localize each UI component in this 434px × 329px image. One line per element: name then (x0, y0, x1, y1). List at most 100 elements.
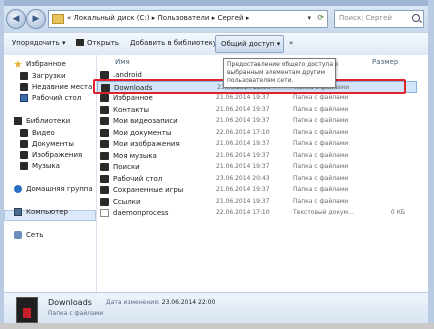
file-name: Моя музыка (113, 151, 157, 160)
nav-item-recent[interactable]: Недавние места (20, 83, 92, 91)
file-date: 22.06.2014 17:10 (216, 209, 270, 216)
folder-icon (100, 163, 109, 171)
file-type: Папка с файлами (293, 140, 349, 147)
images-icon (20, 151, 28, 159)
nav-label: Изображения (32, 151, 83, 159)
file-row[interactable]: daemonprocess 22.06.2014 17:10 Текстовый д… (97, 207, 417, 219)
file-date: 22.06.2014 17:10 (216, 128, 270, 136)
music-icon (20, 162, 28, 170)
file-name: Мои видеозаписи (113, 117, 178, 125)
nav-item-music[interactable]: Музыка (20, 162, 60, 170)
file-row[interactable]: Сохраненные игры 21.06.2014 19:37 Папка с … (97, 184, 417, 196)
chevron-down-icon[interactable]: ▾ (307, 14, 311, 22)
file-row[interactable]: Мои изображения 21.06.2014 19:37 Папка с ф… (97, 138, 417, 150)
file-date: 21.06.2014 19:37 (216, 140, 270, 147)
downloads-icon (20, 72, 28, 80)
column-header-size[interactable]: Размер (372, 55, 398, 68)
nav-label: Загрузки (32, 72, 66, 80)
folder-icon (100, 128, 109, 137)
nav-label: Компьютер (26, 208, 68, 216)
address-bar[interactable]: « Локальный диск (C:) ▸ Пользователи ▸ С… (48, 10, 328, 28)
window-frame-right (428, 0, 434, 329)
back-button[interactable]: ◀ (6, 9, 26, 29)
details-type: Папка с файлами (48, 310, 104, 317)
folder-icon (52, 14, 64, 24)
file-row[interactable]: Рабочий стол 23.06.2014 20:43 Папка с файл… (97, 173, 417, 185)
window-bottom-edge (0, 323, 434, 329)
folder-icon (100, 140, 109, 148)
nav-item-libraries[interactable]: Библиотеки (14, 117, 70, 125)
add-to-library-button[interactable]: Добавить в библиотеку ▾ (130, 39, 223, 47)
file-row[interactable]: Моя музыка 21.06.2014 19:37 Папка с файлам… (97, 150, 417, 162)
file-type: Папка с файлами (293, 94, 349, 101)
file-date: 21.06.2014 19:37 (216, 163, 270, 170)
nav-item-homegroup[interactable]: Домашняя группа (14, 185, 93, 193)
share-button[interactable]: Общий доступ ▾ (215, 35, 284, 53)
more-commands-button[interactable]: » (289, 39, 293, 47)
file-row[interactable]: Мои видеозаписи 21.06.2014 19:37 Папка с ф… (97, 115, 417, 127)
breadcrumb-item-users[interactable]: Пользователи (157, 14, 209, 22)
network-icon (14, 231, 22, 239)
column-header-name[interactable]: Имя (115, 55, 130, 68)
file-name: Поиски (113, 163, 140, 171)
breadcrumb-item-user[interactable]: Сергей (217, 14, 243, 22)
details-date-value: 23.06.2014 22:00 (161, 299, 216, 306)
folder-icon (100, 151, 109, 160)
file-name: Мои документы (113, 128, 172, 137)
nav-label: Сеть (26, 231, 44, 239)
search-input[interactable]: Поиск: Сергей (334, 10, 424, 28)
file-row[interactable]: Ссылки 21.06.2014 19:37 Папка с файлами (97, 196, 417, 208)
file-date: 23.06.2014 20:43 (216, 174, 270, 182)
open-icon (76, 39, 84, 46)
nav-label: Документы (32, 140, 74, 148)
file-type: Папка с файлами (293, 151, 349, 159)
breadcrumb-separator: ▸ (151, 14, 156, 22)
nav-item-desktop[interactable]: Рабочий стол (20, 94, 81, 102)
file-name: Избранное (113, 94, 153, 102)
address-row: ◀ ▶ « Локальный диск (C:) ▸ Пользователи… (4, 6, 428, 32)
folder-icon (100, 174, 109, 183)
file-row[interactable]: Мои документы 22.06.2014 17:10 Папка с фай… (97, 127, 417, 139)
text-file-icon (100, 209, 109, 217)
nav-item-favorites[interactable]: Избранное (14, 60, 66, 68)
nav-item-video[interactable]: Видео (20, 129, 55, 137)
nav-item-network[interactable]: Сеть (14, 231, 43, 239)
file-type: Папка с файлами (293, 117, 349, 124)
share-tooltip: Предоставление общего доступа к выбранны… (223, 58, 339, 88)
organize-button[interactable]: Упорядочить ▾ (12, 39, 66, 47)
nav-item-downloads[interactable]: Загрузки (20, 72, 66, 80)
search-icon[interactable] (412, 14, 420, 22)
tooltip-line: пользователям сети. (227, 77, 294, 84)
nav-label: Видео (32, 129, 55, 137)
search-placeholder: Поиск: Сергей (339, 14, 392, 22)
arrow-left-icon: ◀ (12, 14, 20, 24)
recent-places-icon (20, 83, 28, 91)
forward-button[interactable]: ▶ (26, 9, 46, 29)
details-date-label: Дата изменения: (106, 299, 160, 306)
nav-item-images[interactable]: Изображения (20, 151, 82, 159)
nav-label: Библиотеки (26, 117, 71, 125)
file-name: Рабочий стол (113, 174, 163, 183)
file-date: 21.06.2014 19:37 (216, 117, 270, 124)
file-row[interactable]: Контакты 21.06.2014 19:37 Папка с файлами (97, 104, 417, 116)
breadcrumb-item-drive[interactable]: Локальный диск (C:) (74, 14, 150, 22)
breadcrumb-overflow[interactable]: « (67, 14, 71, 22)
file-row[interactable]: Поиски 21.06.2014 19:37 Папка с файлами (97, 161, 417, 173)
folder-thumbnail-icon (16, 297, 38, 323)
file-type: Текстовый докум... (293, 209, 354, 216)
file-name: .android (113, 71, 142, 79)
star-icon (14, 60, 22, 68)
file-name: Ссылки (113, 197, 141, 206)
nav-item-documents[interactable]: Документы (20, 140, 74, 148)
file-name: Контакты (113, 105, 150, 114)
file-type: Папка с файлами (293, 174, 349, 182)
nav-item-computer[interactable]: Компьютер (14, 208, 68, 216)
tooltip-line: Предоставление общего доступа к (227, 61, 339, 68)
file-date: 21.06.2014 19:37 (216, 105, 270, 113)
folder-icon (100, 94, 109, 102)
folder-icon (100, 105, 109, 114)
file-type: Папка с файлами (293, 163, 349, 170)
open-button[interactable]: Открыть (76, 39, 119, 47)
nav-label: Недавние места (32, 83, 93, 91)
refresh-icon[interactable]: ⟳ (317, 13, 324, 22)
